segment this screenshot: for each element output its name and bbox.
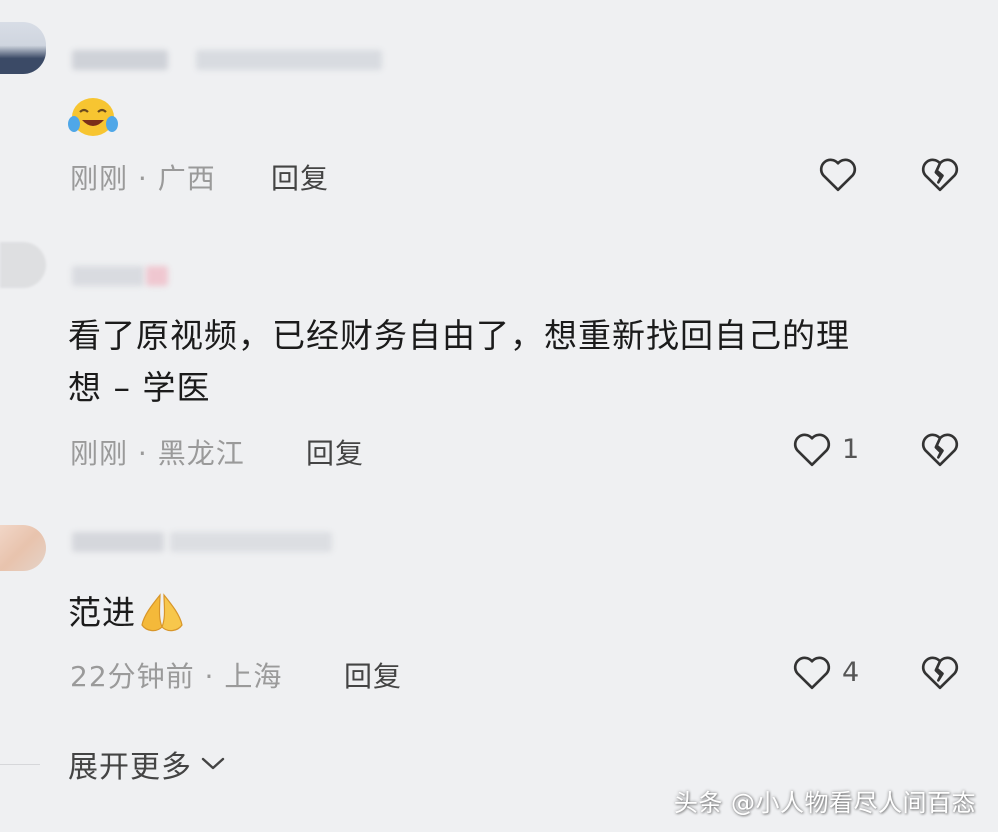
comment-text: 范进 xyxy=(68,587,186,639)
expand-more-label: 展开更多 xyxy=(68,750,192,785)
meta-separator: · xyxy=(137,437,148,470)
comment-text: 看了原视频，已经财务自由了，想重新找回自己的理 想 – 学医 xyxy=(68,310,850,414)
divider xyxy=(0,764,40,765)
broken-heart-icon[interactable] xyxy=(920,430,960,468)
reply-button[interactable]: 回复 xyxy=(344,655,402,695)
expand-more-button[interactable]: 展开更多 xyxy=(68,742,226,786)
chevron-down-icon xyxy=(200,755,226,773)
heart-icon xyxy=(818,155,858,193)
username-badge-blurred xyxy=(146,266,168,286)
comment-location: 黑龙江 xyxy=(157,437,245,470)
reply-button[interactable]: 回复 xyxy=(306,432,364,472)
watermark: 头条 @小人物看尽人间百态 xyxy=(673,789,976,817)
meta-separator: · xyxy=(137,162,148,195)
comment-time: 刚刚 xyxy=(70,437,129,470)
like-count: 4 xyxy=(842,656,860,688)
meta-separator: · xyxy=(204,660,215,693)
heart-icon xyxy=(792,430,832,468)
heart-icon xyxy=(792,653,832,691)
avatar[interactable] xyxy=(0,242,46,288)
like-count: 1 xyxy=(842,433,860,465)
like-button[interactable]: 4 xyxy=(792,653,859,691)
username-blurred[interactable] xyxy=(72,532,164,552)
username-blurred[interactable] xyxy=(72,50,168,70)
comment-meta: 刚刚 · 黑龙江 xyxy=(70,432,245,472)
username-blurred-extra xyxy=(196,50,382,70)
comment-text-line2: 想 – 学医 xyxy=(68,368,211,407)
folded-hands-emoji xyxy=(138,591,186,635)
broken-heart-icon[interactable] xyxy=(920,653,960,691)
comment-text-line1: 看了原视频，已经财务自由了，想重新找回自己的理 xyxy=(68,316,850,355)
cry-laugh-emoji xyxy=(68,94,118,138)
reply-button[interactable]: 回复 xyxy=(271,157,329,197)
comment-meta: 刚刚 · 广西 xyxy=(70,157,216,197)
comment-text-body: 范进 xyxy=(68,593,136,632)
comment-location: 广西 xyxy=(157,162,216,195)
username-blurred[interactable] xyxy=(72,266,144,286)
comment-time: 22分钟前 xyxy=(70,660,195,693)
comment-time: 刚刚 xyxy=(70,162,129,195)
comment-meta: 22分钟前 · 上海 xyxy=(70,655,282,695)
username-blurred-extra xyxy=(170,532,332,552)
broken-heart-icon[interactable] xyxy=(920,155,960,193)
avatar[interactable] xyxy=(0,525,46,571)
like-button[interactable] xyxy=(818,155,868,193)
avatar[interactable] xyxy=(0,22,46,74)
like-button[interactable]: 1 xyxy=(792,430,859,468)
comment-location: 上海 xyxy=(224,660,283,693)
